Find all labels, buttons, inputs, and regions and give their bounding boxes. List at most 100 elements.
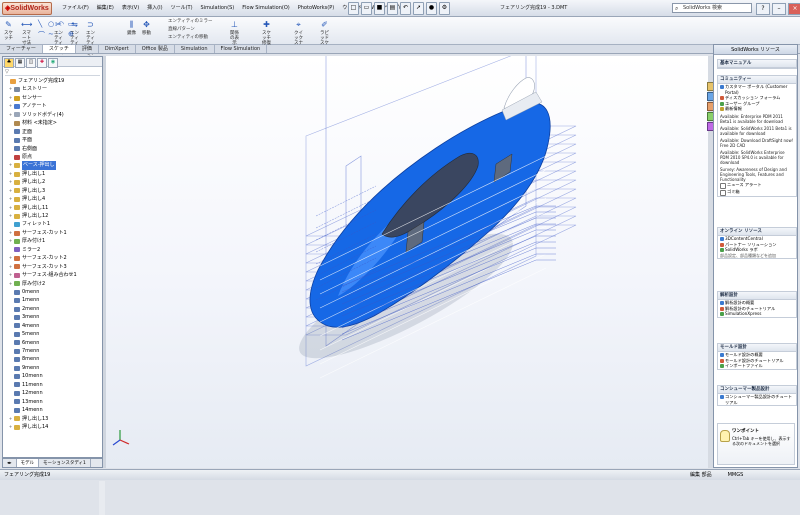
minimize-icon[interactable]: – [772,3,786,15]
tree-item[interactable]: + 押し出し2 [4,178,102,186]
tree-item[interactable]: 0menn [4,288,102,296]
expand-toggle-icon[interactable]: + [8,280,13,288]
task-section-title[interactable]: 解析設計 [718,292,796,300]
tree-item[interactable]: + サーフェス-組み合わせ1 [4,271,102,279]
expand-toggle-icon[interactable]: + [8,415,13,423]
ribbon-button-0[interactable]: ✎ スケッチ [2,19,15,41]
tree-item[interactable]: 2menn [4,305,102,313]
task-section-title[interactable]: モールド設計 [718,344,796,352]
news-item[interactable]: Survey: Awareness of Design and Engineer… [718,167,796,182]
tree-item[interactable]: + センサー [4,94,102,102]
tree-item[interactable]: 1menn [4,296,102,304]
menu-item-0[interactable]: ファイル(F) [58,3,93,14]
checkbox-icon[interactable] [720,182,726,189]
dimxpert-tab-icon[interactable]: ✚ [37,58,47,68]
tree-item[interactable]: + 厚み付け1 [4,237,102,245]
news-option[interactable]: ゴミ箱 [718,189,796,196]
menu-item-3[interactable]: 挿入(I) [143,3,166,14]
expand-toggle-icon[interactable]: + [8,229,13,237]
task-link[interactable]: SimulationXpress [718,311,796,317]
tree-scrollbar[interactable] [99,481,105,515]
task-link[interactable]: インポートファイル [718,363,796,369]
task-section-title[interactable]: コミュニティー [718,76,796,84]
tree-item[interactable]: + 押し出し3 [4,187,102,195]
help-icon[interactable]: ? [756,3,770,15]
expand-toggle-icon[interactable]: + [8,271,13,279]
task-link[interactable]: コンシューマー製品設計のチュートリアル [718,394,796,405]
tree-item[interactable]: + ソリッドボディ(4) [4,111,102,119]
tree-item[interactable]: + 押し出し1 [4,170,102,178]
open-folder-icon[interactable]: ▭ [361,2,372,15]
expand-toggle-icon[interactable]: + [8,263,13,271]
command-tab-2[interactable]: 評価 [76,45,99,53]
expand-toggle-icon[interactable]: + [8,111,13,119]
expand-toggle-icon[interactable]: + [8,94,13,102]
search-input[interactable]: ⌕ SolidWorks 検索 [672,3,752,13]
expand-toggle-icon[interactable]: + [8,102,13,110]
command-tab-5[interactable]: Simulation [175,45,215,53]
tree-item[interactable]: 6menn [4,339,102,347]
expand-toggle-icon[interactable]: + [8,170,13,178]
bottom-tab-0[interactable]: モデル [16,459,40,467]
expand-toggle-icon[interactable]: + [8,85,13,93]
task-section-title[interactable]: オンライン リソース [718,228,796,236]
scroll-arrows-icon[interactable]: ◂▸ [3,459,17,467]
app-logo[interactable]: ◈SolidWorks [2,2,52,15]
task-section-title[interactable]: 基本マニュアル [718,60,796,68]
tree-item[interactable]: + 押し出し4 [4,195,102,203]
expand-toggle-icon[interactable]: + [8,195,13,203]
news-option[interactable]: ニュース アラート [718,182,796,189]
news-item[interactable]: Available: SolidWorks Enterprise PDM 201… [718,150,796,165]
menu-item-6[interactable]: Flow Simulation(O) [238,3,293,14]
status-units[interactable]: MMGS [728,471,744,480]
expand-toggle-icon[interactable]: + [8,178,13,186]
ribbon-button-5[interactable]: ⫼ 鏡像 [125,19,138,36]
close-icon[interactable]: × [788,3,800,15]
expand-toggle-icon[interactable]: + [8,161,13,169]
ribbon-button-7[interactable]: ⊥ 関係の表示 [228,19,241,46]
sketch-tool-icon-4[interactable]: ⌒ [38,30,45,40]
tree-item[interactable]: + サーフェス-カット3 [4,263,102,271]
menu-item-7[interactable]: PhotoWorks(P) [294,3,338,14]
checkbox-icon[interactable] [720,189,726,196]
tree-item[interactable]: + サーフェス-カット2 [4,254,102,262]
command-tab-3[interactable]: DimXpert [99,45,136,53]
expand-toggle-icon[interactable]: + [8,254,13,262]
expand-toggle-icon[interactable]: + [8,423,13,431]
menu-item-4[interactable]: ツール(T) [167,3,197,14]
feature-tree-tab-icon[interactable]: ♣ [4,58,14,68]
expand-toggle-icon[interactable]: + [8,204,13,212]
sketch-tool-icon-2[interactable]: ◠ [58,20,64,28]
task-link[interactable]: 最新情報 [718,106,796,112]
tree-item[interactable]: + ベース-押出し [4,161,102,170]
tree-item[interactable]: + 押し出し14 [4,423,102,431]
tree-item[interactable]: + サーフェス-カット1 [4,229,102,237]
ribbon-button-6[interactable]: ✥ 移動 [140,19,153,36]
tree-item[interactable]: 7menn [4,347,102,355]
expand-toggle-icon[interactable]: + [8,187,13,195]
sketch-tool-icon-1[interactable]: ○ [48,20,54,28]
tree-item[interactable]: 14menn [4,406,102,414]
menu-item-5[interactable]: Simulation(S) [197,3,239,14]
tree-item[interactable]: 13menn [4,398,102,406]
ribbon-small-item-2[interactable]: エンティティの移動 [168,35,208,41]
sketch-tool-icon-6[interactable]: · [58,30,60,38]
task-section-title[interactable]: コンシューマー製品設計 [718,386,796,394]
sketch-tool-icon-5[interactable]: ∼ [48,30,54,38]
news-item[interactable]: Available: Download DraftSight now! Free… [718,138,796,148]
tree-item[interactable]: 3menn [4,313,102,321]
expand-toggle-icon[interactable]: + [8,237,13,245]
ribbon-button-1[interactable]: ⟷ スマート寸法 [20,19,33,46]
news-item[interactable]: Available: Enterprise PDM 2011 Beta1 is … [718,114,796,124]
tree-item[interactable]: フィレット1 [4,220,102,228]
display-manager-tab-icon[interactable]: ◉ [48,58,58,68]
bottom-tab-1[interactable]: モーションスタディ1 [39,459,91,467]
ribbon-button-4[interactable]: ⊃エンティティオフセット [84,19,97,61]
ribbon-small-item-0[interactable]: エンティティのミラー [168,19,212,25]
graphics-viewport[interactable] [106,56,708,468]
sketch-tool-icon-7[interactable]: ⊕ [68,30,74,38]
tree-item[interactable]: 11menn [4,381,102,389]
select-arrow-icon[interactable]: ➚ [413,2,424,15]
tree-filter[interactable]: ▽ [5,69,100,76]
tree-item[interactable]: 右側面 [4,145,102,153]
